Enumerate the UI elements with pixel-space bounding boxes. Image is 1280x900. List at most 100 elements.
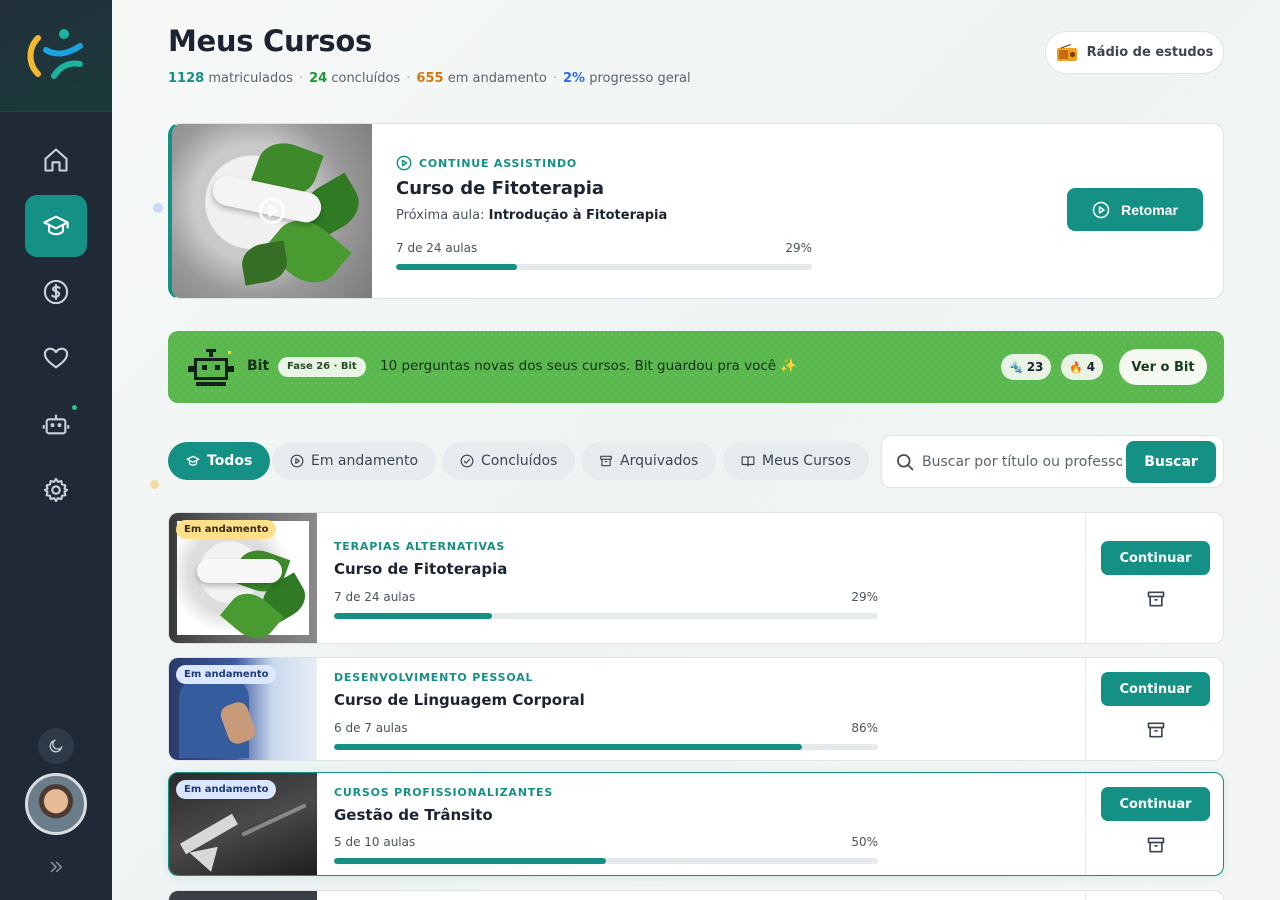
completed-count: 24 bbox=[309, 71, 328, 86]
continue-button[interactable]: Continuar bbox=[1101, 541, 1210, 575]
progress-bar bbox=[334, 858, 878, 864]
dollar-circle-icon bbox=[43, 279, 69, 305]
play-circle-icon bbox=[396, 155, 412, 171]
progress-bar-fill bbox=[396, 264, 517, 270]
page-title: Meus Cursos bbox=[168, 24, 372, 58]
notification-dot bbox=[72, 405, 77, 410]
search-icon bbox=[897, 454, 914, 471]
course-thumbnail[interactable]: Em andamento bbox=[169, 658, 317, 760]
search-button[interactable]: Buscar bbox=[1126, 441, 1216, 483]
graduation-cap-icon bbox=[186, 455, 200, 466]
home-icon bbox=[44, 148, 68, 172]
bit-name: Bit bbox=[247, 358, 270, 374]
progress-percent: 29% bbox=[785, 241, 812, 255]
continue-watching-card[interactable]: CONTINUE ASSISTINDO Curso de Fitoterapia… bbox=[168, 123, 1224, 299]
filter-completed[interactable]: Concluídos bbox=[442, 442, 576, 480]
status-badge: Em andamento bbox=[176, 665, 277, 684]
theme-toggle[interactable] bbox=[38, 728, 74, 764]
bit-banner: Bit Fase 26 · Bit 10 perguntas novas dos… bbox=[168, 331, 1224, 403]
progress-bar-fill bbox=[334, 613, 492, 619]
study-radio-label: Rádio de estudos bbox=[1086, 45, 1214, 60]
search-box: Buscar bbox=[881, 435, 1224, 488]
filter-archived[interactable]: Arquivados bbox=[581, 442, 717, 480]
archive-icon[interactable] bbox=[1146, 720, 1166, 740]
progress-bar-fill bbox=[334, 858, 606, 864]
in-progress-count: 655 bbox=[416, 71, 444, 86]
bolts-chip: 🔩 23 bbox=[1001, 354, 1052, 380]
course-card[interactable]: Em andamento CURSOS PROFISSIONALIZANTES … bbox=[168, 772, 1224, 876]
status-badge: Em andamento bbox=[176, 780, 277, 799]
completed-label: concluídos bbox=[331, 71, 401, 86]
enrolled-count: 1128 bbox=[168, 71, 205, 86]
chevrons-right-icon bbox=[50, 861, 63, 873]
bit-phase-badge: Fase 26 · Bit bbox=[278, 357, 366, 377]
robot-icon bbox=[42, 414, 70, 435]
heart-icon bbox=[43, 347, 69, 369]
course-category: DESENVOLVIMENTO PESSOAL bbox=[334, 671, 534, 684]
continue-course-title: Curso de Fitoterapia bbox=[396, 178, 605, 199]
lessons-count: 7 de 24 aulas bbox=[396, 241, 478, 255]
course-card[interactable]: Em andamento TERAPIAS ALTERNATIVAS Curso… bbox=[168, 512, 1224, 644]
archive-icon bbox=[600, 455, 612, 467]
logo[interactable] bbox=[0, 0, 112, 112]
study-radio-button[interactable]: Rádio de estudos bbox=[1045, 31, 1224, 74]
lessons-count: 6 de 7 aulas bbox=[334, 721, 408, 735]
course-thumbnail[interactable] bbox=[172, 124, 372, 298]
filter-my-courses[interactable]: Meus Cursos bbox=[723, 442, 869, 480]
sidebar-item-finance[interactable] bbox=[25, 261, 87, 323]
progress-percent: 29% bbox=[851, 590, 878, 604]
sidebar bbox=[0, 0, 112, 900]
continue-progress-text: 7 de 24 aulas 29% bbox=[396, 241, 812, 255]
in-progress-label: em andamento bbox=[447, 71, 547, 86]
course-card[interactable]: Em andamento DESENVOLVIMENTO PESSOAL Cur… bbox=[168, 657, 1224, 761]
lessons-count: 7 de 24 aulas bbox=[334, 590, 416, 604]
decorative-dot bbox=[153, 203, 163, 213]
radio-icon bbox=[1056, 43, 1077, 61]
filter-all[interactable]: Todos bbox=[168, 442, 271, 480]
course-progress-text: 7 de 24 aulas 29% bbox=[334, 590, 878, 604]
sidebar-item-courses[interactable] bbox=[25, 195, 87, 257]
book-open-icon bbox=[741, 456, 755, 467]
course-title: Curso de Fitoterapia bbox=[334, 560, 508, 578]
continue-button[interactable]: Continuar bbox=[1101, 672, 1210, 706]
search-input[interactable] bbox=[922, 450, 1122, 474]
course-thumbnail[interactable] bbox=[169, 891, 317, 900]
course-thumbnail[interactable]: Em andamento bbox=[169, 773, 317, 875]
streak-chip: 🔥 4 bbox=[1061, 354, 1104, 380]
sidebar-item-bot[interactable] bbox=[25, 393, 87, 455]
status-badge: Em andamento bbox=[176, 520, 277, 539]
fire-icon: 🔥 bbox=[1069, 360, 1083, 374]
resume-button[interactable]: Retomar bbox=[1067, 188, 1203, 231]
progress-percent: 50% bbox=[851, 835, 878, 849]
see-bit-button[interactable]: Ver o Bit bbox=[1119, 349, 1207, 385]
course-category: CURSOS PROFISSIONALIZANTES bbox=[334, 786, 554, 799]
course-thumbnail[interactable]: Em andamento bbox=[169, 513, 317, 643]
archive-icon[interactable] bbox=[1146, 589, 1166, 609]
gear-icon bbox=[43, 477, 69, 503]
avatar[interactable] bbox=[25, 773, 87, 835]
course-title: Curso de Linguagem Corporal bbox=[334, 691, 585, 709]
sidebar-nav bbox=[0, 125, 112, 525]
sidebar-item-favorites[interactable] bbox=[25, 327, 87, 389]
moon-icon bbox=[49, 739, 63, 753]
robot-mascot-icon bbox=[188, 349, 234, 386]
progress-bar bbox=[334, 744, 878, 750]
sidebar-item-home[interactable] bbox=[25, 129, 87, 191]
progress-percent: 86% bbox=[851, 721, 878, 735]
course-card[interactable] bbox=[168, 890, 1224, 900]
graduation-cap-icon bbox=[43, 215, 69, 236]
play-circle-icon[interactable] bbox=[258, 197, 286, 225]
archive-icon[interactable] bbox=[1146, 835, 1166, 855]
check-circle-icon bbox=[460, 454, 474, 468]
progress-bar bbox=[396, 264, 812, 270]
continue-button[interactable]: Continuar bbox=[1101, 787, 1210, 821]
expand-sidebar-button[interactable] bbox=[44, 855, 68, 879]
stats-summary: 1128 matriculados · 24 concluídos · 655 em a… bbox=[168, 71, 691, 86]
course-progress-text: 6 de 7 aulas 86% bbox=[334, 721, 878, 735]
bolt-icon: 🔩 bbox=[1009, 360, 1023, 374]
decorative-dot bbox=[150, 480, 159, 489]
next-lesson-title: Introdução à Fitoterapia bbox=[488, 208, 668, 223]
sidebar-item-settings[interactable] bbox=[25, 459, 87, 521]
filter-in-progress[interactable]: Em andamento bbox=[272, 442, 437, 480]
progress-bar-fill bbox=[334, 744, 802, 750]
